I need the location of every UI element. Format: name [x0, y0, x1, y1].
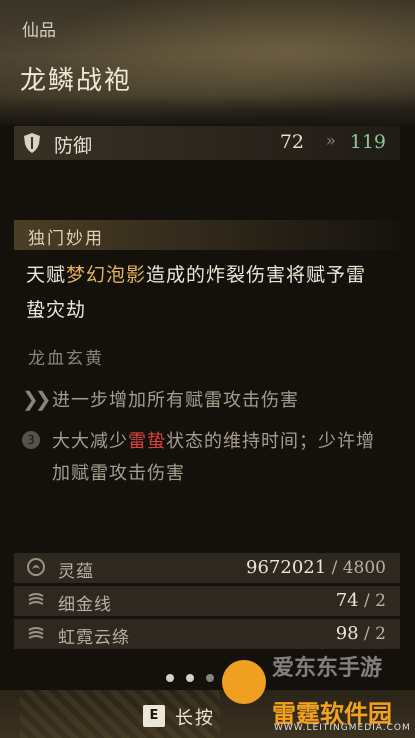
stat-arrow: »: [325, 131, 336, 151]
material-name: 虹霓云绦: [58, 628, 130, 648]
set-effect-1: ❯❯ 进一步增加所有赋雷攻击伤害: [22, 385, 392, 413]
item-rarity: 仙品: [22, 21, 56, 41]
material-count: 74 / 2: [335, 590, 386, 611]
page-dot: [166, 674, 174, 682]
defense-stat-row: 防御 72 » 119: [14, 126, 400, 160]
key-e-icon[interactable]: E: [143, 705, 165, 727]
set-count-badge: 3: [22, 431, 40, 449]
cloud-silk-icon: [28, 627, 44, 639]
material-name: 灵蕴: [58, 562, 94, 582]
material-count: 9672021 / 4800: [246, 557, 386, 578]
page-dot: [206, 674, 214, 682]
material-row-cloud-silk: 虹霓云绦 98 / 2: [14, 619, 400, 649]
watermark-logo-icon: [222, 660, 266, 704]
shield-icon: [24, 133, 40, 153]
watermark-text-1: 爱东东手游: [272, 656, 383, 681]
lingyun-icon: [27, 558, 45, 576]
unique-effect-description: 天赋梦幻泡影造成的炸裂伤害将赋予雷蛰灾劫: [26, 258, 386, 328]
stat-new-value: 119: [349, 131, 386, 153]
set-effect-2-text: 大大减少雷蛰状态的维持时间；少许增加赋雷攻击伤害: [52, 426, 392, 490]
effect2-highlight: 雷蛰: [128, 431, 166, 452]
watermark-text-3: WWW.LEITINGMEDIA.COM: [274, 723, 411, 733]
stat-label: 防御: [54, 135, 93, 157]
set-effect-1-text: 进一步增加所有赋雷攻击伤害: [52, 390, 299, 411]
set-effect-2: 3 大大减少雷蛰状态的维持时间；少许增加赋雷攻击伤害: [22, 426, 392, 492]
material-row-silk-thread: 细金线 74 / 2: [14, 586, 400, 616]
double-chevron-icon: ❯❯: [22, 387, 51, 411]
set-title: 龙血玄黄: [28, 349, 104, 369]
desc-prefix: 天赋: [26, 264, 67, 286]
material-name: 细金线: [58, 595, 112, 615]
page-dot: [186, 674, 194, 682]
effect2-prefix: 大大减少: [52, 431, 128, 452]
material-count: 98 / 2: [335, 623, 386, 644]
hold-key-label[interactable]: 长按: [175, 704, 215, 730]
item-name: 龙鳞战袍: [20, 66, 133, 96]
material-row-lingyun: 灵蕴 9672021 / 4800: [14, 553, 400, 583]
unique-effect-header: 独门妙用: [14, 220, 400, 250]
unique-effect-title: 独门妙用: [28, 229, 104, 249]
desc-highlight: 梦幻泡影: [66, 264, 147, 286]
silk-thread-icon: [28, 593, 44, 605]
stat-old-value: 72: [279, 131, 304, 153]
